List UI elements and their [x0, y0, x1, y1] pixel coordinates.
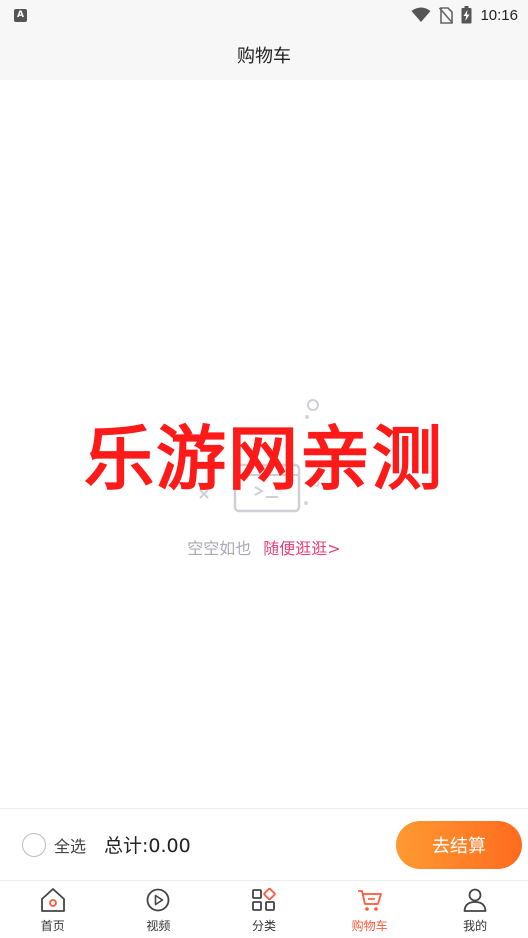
no-sim-icon [439, 6, 454, 24]
tab-label: 我的 [463, 918, 488, 933]
notification-a-icon: A [14, 8, 27, 22]
page-title: 购物车 [237, 46, 291, 67]
tab-label: 分类 [251, 918, 276, 933]
category-grid-icon [252, 887, 276, 911]
total-amount: 总计:0.00 [104, 835, 191, 857]
tab-profile[interactable]: 我的 [422, 881, 528, 938]
profile-icon [463, 888, 487, 912]
browse-link[interactable]: 随便逛逛> [263, 535, 340, 559]
bottom-tab-bar: 首页 视频 分类 购物车 我的 [0, 880, 528, 938]
empty-state: 空空如也 随便逛逛> [0, 535, 528, 559]
select-all-radio[interactable] [22, 832, 46, 857]
header: 购物车 [0, 30, 528, 80]
status-bar: A 10:16 [0, 0, 528, 30]
select-all-label: 全选 [54, 836, 87, 856]
empty-box-icon [199, 399, 320, 513]
video-play-icon [146, 888, 170, 911]
wifi-icon [411, 7, 431, 22]
tab-label: 首页 [40, 918, 65, 933]
tab-home[interactable]: 首页 [0, 881, 106, 938]
cart-icon [357, 889, 382, 911]
tab-video[interactable]: 视频 [106, 881, 212, 938]
battery-charging-icon [461, 6, 472, 24]
tab-category[interactable]: 分类 [211, 881, 317, 938]
cart-page: A 10:16 购物车 乐游网亲测 空空如也 随便逛逛> 全选 总计:0.00 … [0, 0, 528, 938]
checkout-bar: 全选 总计:0.00 去结算 [0, 808, 528, 880]
empty-message: 空空如也 [187, 539, 252, 558]
home-icon [40, 887, 65, 912]
tab-label: 视频 [146, 918, 171, 933]
tab-label: 购物车 [351, 918, 388, 933]
select-all-toggle[interactable]: 全选 [22, 832, 87, 857]
checkout-button[interactable]: 去结算 [396, 820, 522, 869]
tab-cart[interactable]: 购物车 [317, 881, 423, 938]
status-time: 10:16 [480, 6, 518, 24]
